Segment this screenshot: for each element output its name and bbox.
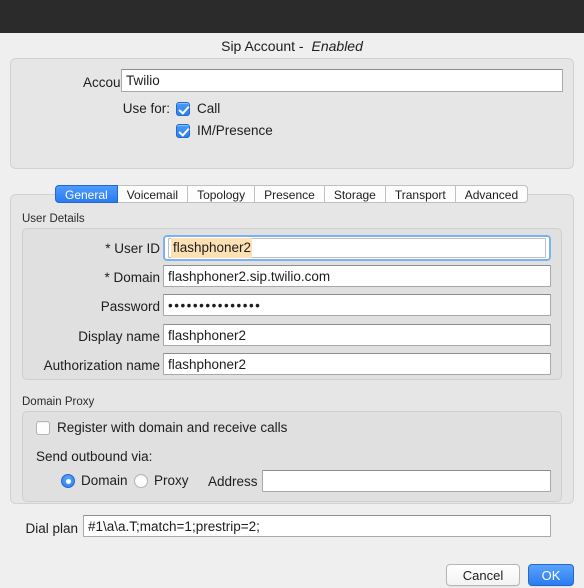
radio-domain-row[interactable]: Domain: [61, 473, 128, 488]
register-with-domain-label: Register with domain and receive calls: [57, 420, 288, 435]
radio-proxy-row[interactable]: Proxy: [134, 473, 189, 488]
use-for-label: Use for:: [122, 101, 170, 116]
page-title-prefix: Sip Account -: [221, 38, 308, 54]
ok-button[interactable]: OK: [528, 564, 574, 586]
radio-domain-label: Domain: [81, 473, 128, 488]
checkbox-checked-icon[interactable]: [176, 101, 190, 116]
register-with-domain-checkbox-row[interactable]: Register with domain and receive calls: [36, 420, 287, 435]
user-id-label: * User ID: [105, 241, 160, 256]
password-input[interactable]: [163, 294, 551, 316]
tab-transport[interactable]: Transport: [385, 185, 456, 203]
use-for-call-label: Call: [197, 101, 221, 116]
use-for-call-checkbox-row[interactable]: Call: [176, 101, 220, 116]
domain-proxy-group-title: Domain Proxy: [22, 396, 95, 408]
radio-unselected-icon[interactable]: [134, 473, 148, 488]
tab-voicemail[interactable]: Voicemail: [117, 185, 189, 203]
user-id-value: flashphoner2: [171, 238, 253, 258]
cancel-button[interactable]: Cancel: [446, 564, 520, 586]
status-badge: Enabled: [311, 38, 363, 54]
checkbox-unchecked-icon[interactable]: [36, 420, 50, 435]
domain-label: * Domain: [104, 270, 160, 285]
send-outbound-label: Send outbound via:: [36, 449, 153, 464]
authorization-name-input[interactable]: [163, 353, 551, 375]
authorization-name-label: Authorization name: [43, 358, 160, 373]
domain-input[interactable]: [163, 265, 551, 287]
radio-selected-icon[interactable]: [61, 473, 75, 488]
display-name-label: Display name: [78, 329, 160, 344]
display-name-input[interactable]: [163, 324, 551, 346]
use-for-im-presence-label: IM/Presence: [197, 123, 273, 138]
checkbox-checked-icon[interactable]: [176, 123, 190, 138]
tab-presence[interactable]: Presence: [255, 185, 325, 203]
user-details-group-title: User Details: [22, 213, 85, 225]
use-for-im-presence-checkbox-row[interactable]: IM/Presence: [176, 123, 273, 138]
page-title: Sip Account - Enabled: [0, 34, 584, 58]
tab-topology[interactable]: Topology: [188, 185, 256, 203]
radio-proxy-label: Proxy: [154, 473, 189, 488]
address-input[interactable]: [262, 470, 551, 492]
window-titlebar: [0, 0, 584, 33]
password-label: Password: [100, 299, 160, 314]
dial-plan-label: Dial plan: [25, 521, 78, 536]
address-label: Address: [208, 474, 258, 489]
tab-general[interactable]: General: [55, 185, 118, 203]
user-id-input[interactable]: flashphoner2: [163, 235, 551, 261]
account-panel: Account name:: [10, 58, 574, 169]
dial-plan-input[interactable]: [83, 515, 551, 537]
tab-bar: General Voicemail Topology Presence Stor…: [55, 185, 529, 203]
user-id-input-inner: flashphoner2: [168, 238, 546, 258]
account-name-input[interactable]: [121, 69, 563, 92]
tab-advanced[interactable]: Advanced: [455, 185, 529, 203]
tab-storage[interactable]: Storage: [324, 185, 386, 203]
